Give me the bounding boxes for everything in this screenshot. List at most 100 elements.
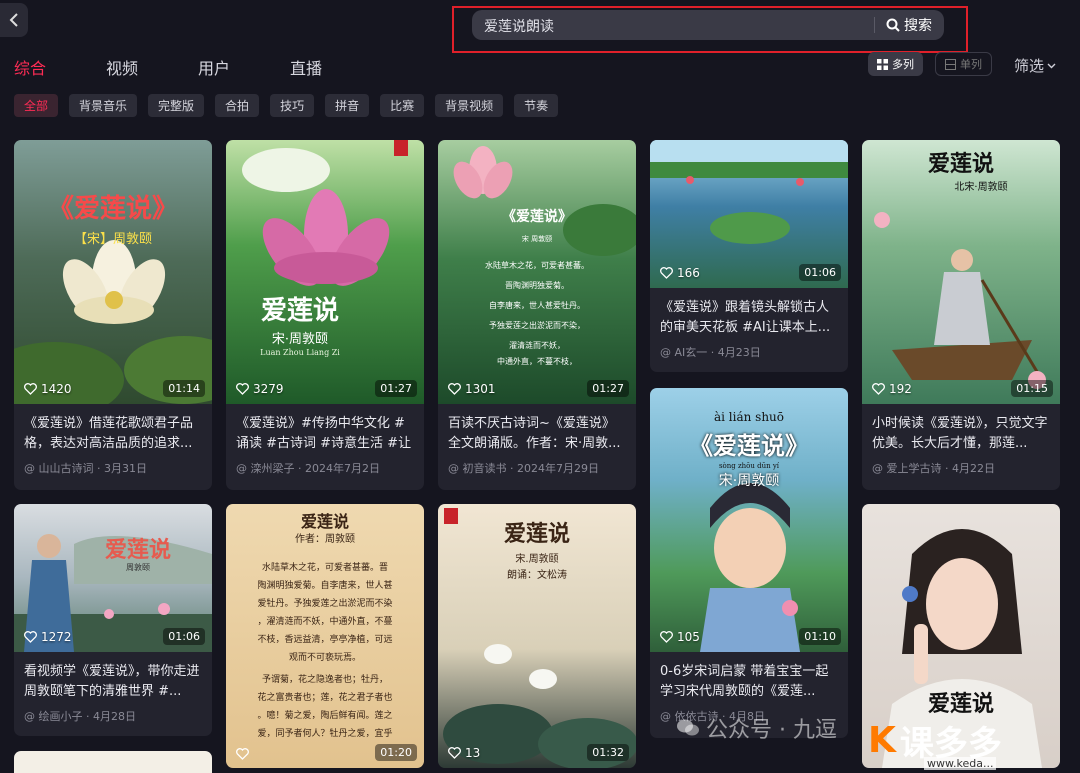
like-count: 105 — [660, 630, 700, 644]
author-name[interactable]: @ AI玄一 — [660, 346, 707, 359]
cover-text-line: 水陆草木之花，可爱者甚蕃。晋 — [261, 563, 388, 573]
video-thumbnail: 《爱莲说》 【宋】周敦颐 1420 01:14 — [14, 140, 212, 404]
video-title[interactable]: 百读不厌古诗词~《爱莲说》全文朗诵版。作者：宋·周敦... — [448, 414, 626, 454]
chip-all[interactable]: 全部 — [14, 94, 59, 117]
like-count-value: 192 — [889, 382, 912, 396]
chip-contest[interactable]: 比赛 — [380, 94, 425, 117]
cover-subtitle: 作者：周敦颐 — [295, 534, 355, 545]
video-duration: 01:27 — [587, 380, 629, 397]
publish-date: 4月28日 — [93, 710, 136, 723]
chip-rhythm[interactable]: 节奏 — [514, 94, 559, 117]
cover-text-line: 爱，同予者何人？牡丹之爱，宜乎 — [257, 729, 393, 739]
video-card[interactable]: 爱莲说 宋.周敦颐 朗诵：文松涛 13 01:32 — [438, 504, 636, 768]
back-button[interactable] — [0, 3, 28, 37]
like-count-value: 3279 — [253, 382, 284, 396]
video-title[interactable]: 看视频学《爱莲说》，带你走进周敦颐笔下的清雅世界 #... — [24, 662, 202, 702]
tab-user[interactable]: 用户 — [198, 55, 290, 79]
cover-text-line: 予谓菊，花之隐逸者也；牡丹， — [261, 675, 388, 685]
cover-text-line: 观而不可亵玩焉。 — [288, 653, 361, 663]
search-input[interactable]: 爱莲说朗读 — [484, 16, 554, 36]
brand-url: www.keda... — [924, 757, 997, 770]
author-name[interactable]: @ 初音读书 — [448, 462, 507, 475]
heart-icon — [660, 631, 673, 643]
author-name[interactable]: @ 绘画小子 — [24, 710, 83, 723]
like-count: 1301 — [448, 382, 496, 396]
video-card[interactable]: 爱莲说 宋·周敦颐 Luan Zhou Liang Zi 3279 01:27 … — [226, 140, 424, 490]
filter-chips: 全部 背景音乐 完整版 合拍 技巧 拼音 比赛 背景视频 节奏 — [14, 94, 559, 117]
search-bar[interactable]: 爱莲说朗读 搜索 — [472, 10, 944, 40]
like-count: 192 — [872, 382, 912, 396]
video-duration: 01:14 — [163, 380, 205, 397]
filter-button[interactable]: 筛选 — [1014, 55, 1056, 76]
chip-background-music[interactable]: 背景音乐 — [69, 94, 138, 117]
chip-duet[interactable]: 合拍 — [215, 94, 260, 117]
cover-text-line: 不枝，香远益清，亭亭净植，可远 — [257, 635, 393, 645]
cover-title: 《爱莲说》 — [47, 194, 178, 224]
cover-subtitle: 宋.周敦颐 — [515, 554, 559, 565]
video-card[interactable]: 《爱莲说》 宋 周敦颐 水陆草木之花，可爱者甚蕃。 晋陶渊明独爱菊。 自李唐来，… — [438, 140, 636, 490]
watermark-account: 公众号 · 九逗 — [706, 718, 837, 743]
multi-column-button[interactable]: 多列 — [868, 52, 923, 76]
like-count: 1272 — [24, 630, 72, 644]
video-card[interactable]: 爱莲说 周敦颐 1272 01:06 看视频学《爱莲说》，带你走进周敦颐笔下的清… — [14, 504, 212, 736]
video-meta: @ 山山古诗词 · 3月31日 — [24, 462, 147, 475]
cover-title: 爱莲说 — [260, 296, 339, 326]
video-duration: 01:15 — [1011, 380, 1053, 397]
video-title[interactable]: 《爱莲说》借莲花歌颂君子品格，表达对高洁品质的追求... — [24, 414, 202, 454]
video-duration: 01:27 — [375, 380, 417, 397]
author-name[interactable]: @ 滦州梁子 — [236, 462, 295, 475]
chip-tips[interactable]: 技巧 — [270, 94, 315, 117]
author-name[interactable]: @ 山山古诗词 — [24, 462, 94, 475]
chip-background-video[interactable]: 背景视频 — [435, 94, 504, 117]
author-name[interactable]: @ 爱上学古诗 — [872, 462, 942, 475]
video-card[interactable]: 爱莲说 北宋·周敦颐 192 01:15 小时候读《爱莲说》，只觉文字优美。长大… — [862, 140, 1060, 490]
chip-pinyin[interactable]: 拼音 — [325, 94, 370, 117]
heart-icon — [660, 267, 673, 279]
grid-icon — [877, 58, 888, 70]
like-count: 3279 — [236, 382, 284, 396]
single-column-button[interactable]: 单列 — [935, 52, 992, 76]
lotus-illustration — [14, 240, 212, 404]
tab-video[interactable]: 视频 — [106, 55, 198, 79]
cover-subtitle: 宋 周敦颐 — [521, 235, 553, 243]
heart-icon — [448, 383, 461, 395]
video-card[interactable]: 爱莲说 作者：周敦颐 水陆草木之花，可爱者甚蕃。晋 陶渊明独爱菊。自李唐来，世人… — [226, 504, 424, 768]
search-button[interactable]: 搜索 — [886, 10, 932, 40]
video-title[interactable]: 《爱莲说》跟着镜头解锁古人的审美天花板 #AI让课本上... — [660, 298, 838, 338]
video-card[interactable]: ài lián shuō 《爱莲说》 sòng zhōu dūn yí 宋·周敦… — [650, 388, 848, 738]
single-column-icon — [945, 58, 956, 70]
cover-text-line: 自李唐来，世人甚爱牡丹。 — [489, 301, 585, 310]
wechat-account-watermark: 公众号 · 九逗 — [676, 712, 837, 744]
like-count-value: 166 — [677, 266, 700, 280]
cover-subtitle: 【宋】周敦颐 — [73, 232, 152, 247]
video-meta: @ 初音读书 · 2024年7月29日 — [448, 462, 599, 475]
publish-date: 2024年7月29日 — [517, 462, 599, 475]
tab-comprehensive[interactable]: 综合 — [14, 55, 106, 79]
heart-icon — [872, 383, 885, 395]
video-title[interactable]: 0-6岁宋词启蒙 带着宝宝一起学习宋代周敦颐的《爱莲... — [660, 662, 838, 702]
cover-text-line: 中通外直，不蔓不枝， — [497, 357, 577, 366]
chip-full-version[interactable]: 完整版 — [148, 94, 205, 117]
video-title[interactable]: 小时候读《爱莲说》，只觉文字优美。长大后才懂，那莲... — [872, 414, 1050, 454]
video-card[interactable]: 《爱莲说》 【宋】周敦颐 1420 01:14 《爱莲说》借莲花歌颂君子品格，表… — [14, 140, 212, 490]
like-count-value: 1301 — [465, 382, 496, 396]
publish-date: 4月22日 — [952, 462, 995, 475]
cover-title: 爱莲说 — [927, 151, 994, 177]
video-card[interactable]: 166 01:06 《爱莲说》跟着镜头解锁古人的审美天花板 #AI让课本上...… — [650, 140, 848, 372]
search-divider — [874, 17, 875, 33]
video-thumbnail: 爱莲说 北宋·周敦颐 192 01:15 — [862, 140, 1060, 404]
cover-subtitle: 宋·周敦颐 — [271, 332, 329, 347]
video-thumbnail: 爱莲说 宋·周敦颐 Luan Zhou Liang Zi 3279 01:27 — [226, 140, 424, 404]
video-meta: @ 绘画小子 · 4月28日 — [24, 710, 136, 723]
video-title[interactable]: 《爱莲说》#传扬中华文化 #诵读 #古诗词 #诗意生活 #让阅... — [236, 414, 414, 454]
like-count-value: 13 — [465, 746, 481, 760]
like-count: 13 — [448, 746, 480, 760]
tab-live[interactable]: 直播 — [290, 55, 382, 79]
video-thumbnail: 爱莲说 宋.周敦颐 朗诵：文松涛 13 01:32 — [438, 504, 636, 768]
cover-text-line: 濯清涟而不妖， — [509, 341, 565, 350]
video-card-partial[interactable] — [14, 751, 212, 773]
search-highlight-box: 爱莲说朗读 搜索 — [452, 6, 968, 53]
cover-title: 爱莲说 — [503, 521, 570, 547]
like-count: 1420 — [24, 382, 72, 396]
video-thumbnail: 166 01:06 — [650, 140, 848, 288]
